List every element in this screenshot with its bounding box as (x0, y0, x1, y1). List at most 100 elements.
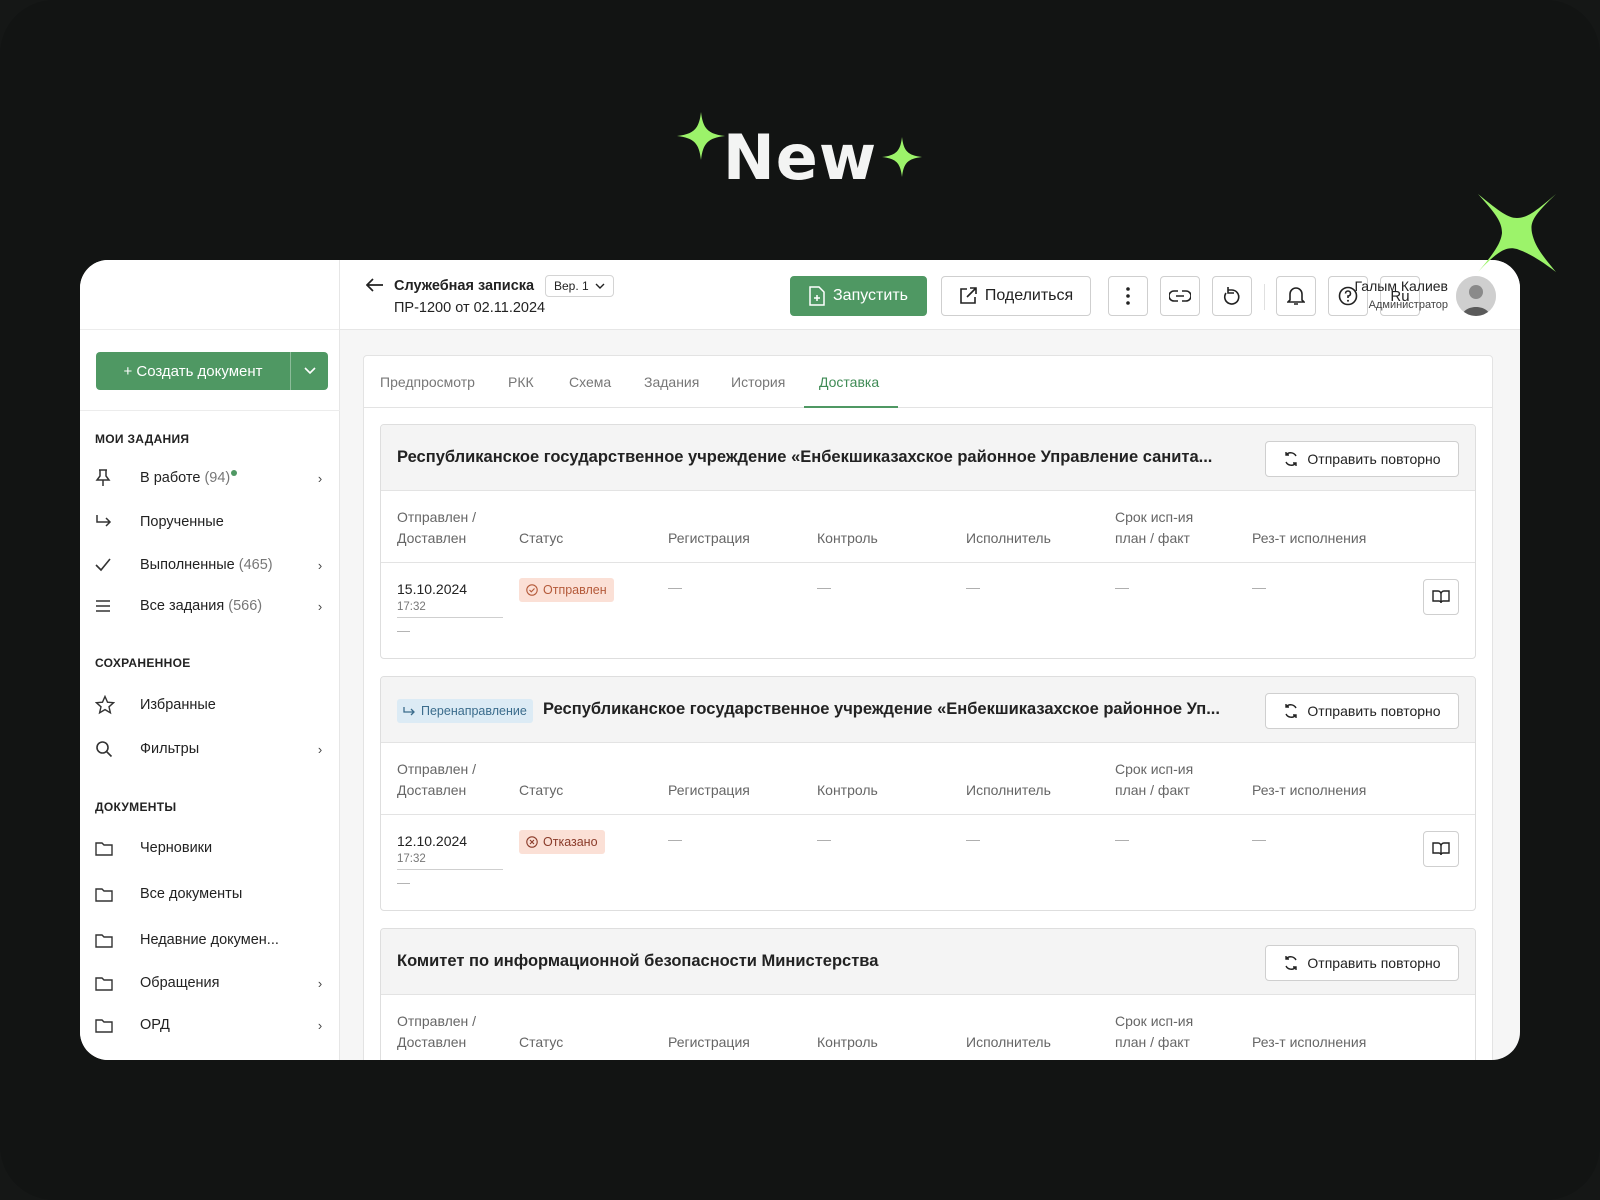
sidebar-item-count: (94) (204, 470, 231, 486)
result-value: — (1252, 831, 1266, 847)
notifications-button[interactable] (1276, 276, 1316, 316)
sidebar: + Создать документ МОИ ЗАДАНИЯ В работе … (80, 260, 340, 1060)
sidebar-item-label: Все документы (140, 886, 243, 902)
redirect-tag-label: Перенаправление (421, 704, 527, 718)
sparkle-icon (882, 137, 922, 177)
resend-button[interactable]: Отправить повторно (1265, 693, 1459, 729)
sidebar-item-completed[interactable]: Выполненные (465) › (95, 550, 327, 580)
active-tab-indicator (804, 406, 898, 408)
star-icon (95, 695, 125, 715)
tab-delivery[interactable]: Доставка (819, 356, 879, 408)
col-deadline: Срок исп-ия план / факт (1115, 1013, 1194, 1050)
refresh-cycle-icon (1285, 956, 1298, 970)
create-document-dropdown[interactable] (290, 352, 328, 390)
share-button[interactable]: Поделиться (941, 276, 1091, 316)
control-value: — (817, 831, 831, 847)
col-sent: Отправлен / Доставлен (397, 1013, 477, 1050)
tab-preview[interactable]: Предпросмотр (380, 356, 475, 408)
folder-icon (95, 884, 125, 904)
sidebar-item-ord[interactable]: ОРД › (95, 1010, 327, 1040)
sidebar-item-count: (566) (228, 598, 263, 614)
recipient-name: Республиканское государственное учрежден… (397, 448, 1213, 466)
avatar[interactable] (1456, 276, 1496, 316)
recipient-name: Республиканское государственное учрежден… (543, 700, 1220, 718)
refresh-icon (1223, 287, 1240, 305)
chevron-right-icon: › (317, 470, 323, 486)
section-title-saved: СОХРАНЕННОЕ (95, 656, 191, 670)
chevron-down-icon (303, 367, 316, 375)
details-button[interactable] (1423, 831, 1459, 867)
col-status: Статус (519, 782, 564, 798)
sidebar-item-filters[interactable]: Фильтры › (95, 734, 327, 764)
x-circle-icon (526, 836, 538, 848)
sidebar-item-favorites[interactable]: Избранные (95, 690, 327, 720)
sidebar-item-appeals[interactable]: Обращения › (95, 968, 327, 998)
version-select[interactable]: Вер. 1 (545, 275, 614, 297)
copy-link-button[interactable] (1160, 276, 1200, 316)
sidebar-item-label: Черновики (140, 840, 213, 856)
col-sent: Отправлен / Доставлен (397, 761, 477, 798)
resend-label: Отправить повторно (1307, 703, 1441, 719)
registration-value: — (668, 579, 682, 595)
section-title-tasks: МОИ ЗАДАНИЯ (95, 432, 190, 446)
sidebar-item-all-tasks[interactable]: Все задания (566) › (95, 591, 327, 621)
folder-icon (95, 930, 125, 950)
chevron-right-icon: › (317, 598, 323, 614)
sidebar-item-label: ОРД (140, 1017, 170, 1033)
sidebar-item-label: Избранные (140, 697, 216, 713)
list-icon (95, 596, 125, 616)
tab-history[interactable]: История (731, 356, 785, 408)
tab-scheme[interactable]: Схема (569, 356, 611, 408)
col-registration: Регистрация (668, 530, 750, 546)
sidebar-item-label: В работе (140, 470, 201, 486)
tab-rkk[interactable]: РКК (508, 356, 534, 408)
recipient-name: Комитет по информационной безопасности М… (397, 952, 879, 970)
more-button[interactable] (1108, 276, 1148, 316)
sidebar-item-assigned[interactable]: Порученные (95, 507, 327, 537)
sidebar-item-label: Выполненные (140, 557, 235, 573)
app-window: + Создать документ МОИ ЗАДАНИЯ В работе … (80, 260, 1520, 1060)
delivered-value: — (397, 623, 410, 638)
section-title-documents: ДОКУМЕНТЫ (95, 800, 177, 814)
chevron-right-icon: › (317, 975, 323, 991)
sidebar-item-label: Фильтры (140, 741, 200, 757)
col-control: Контроль (817, 782, 878, 798)
chevron-right-icon: › (317, 741, 323, 757)
bell-icon (1287, 287, 1305, 305)
folder-icon (95, 838, 125, 858)
col-deadline: Срок исп-ия план / факт (1115, 509, 1194, 546)
book-open-icon (1432, 590, 1450, 604)
check-icon (95, 555, 125, 575)
resend-button[interactable]: Отправить повторно (1265, 945, 1459, 981)
external-link-icon (960, 287, 977, 304)
pin-icon (95, 468, 125, 488)
resend-button[interactable]: Отправить повторно (1265, 441, 1459, 477)
more-vertical-icon (1126, 287, 1130, 305)
refresh-button[interactable] (1212, 276, 1252, 316)
create-document-button[interactable]: + Создать документ (96, 352, 290, 390)
divider (381, 562, 1475, 563)
search-icon (95, 739, 125, 759)
sidebar-item-recent[interactable]: Недавние докумен... (95, 925, 327, 955)
user-role: Администратор (1368, 299, 1448, 311)
back-arrow-icon[interactable] (365, 278, 384, 297)
sidebar-item-drafts[interactable]: Черновики (95, 833, 327, 863)
chevron-right-icon: › (317, 1017, 323, 1033)
result-value: — (1252, 579, 1266, 595)
deadline-value: — (1115, 831, 1129, 847)
sidebar-item-label: Все задания (140, 598, 225, 614)
check-circle-icon (526, 584, 538, 596)
col-executor: Исполнитель (966, 1034, 1051, 1050)
sidebar-item-in-work[interactable]: В работе (94) › (95, 463, 327, 493)
col-registration: Регистрация (668, 1034, 750, 1050)
tab-tasks[interactable]: Задания (644, 356, 699, 408)
redirect-arrow-icon (403, 706, 415, 715)
run-button[interactable]: Запустить (790, 276, 927, 316)
status-badge: Отказано (519, 830, 605, 854)
folder-icon (95, 1015, 125, 1035)
delivery-card: Республиканское государственное учрежден… (380, 424, 1476, 659)
sidebar-item-all-documents[interactable]: Все документы (95, 879, 327, 909)
file-add-icon (809, 286, 825, 306)
details-button[interactable] (1423, 579, 1459, 615)
sent-time: 17:32 (397, 853, 426, 865)
